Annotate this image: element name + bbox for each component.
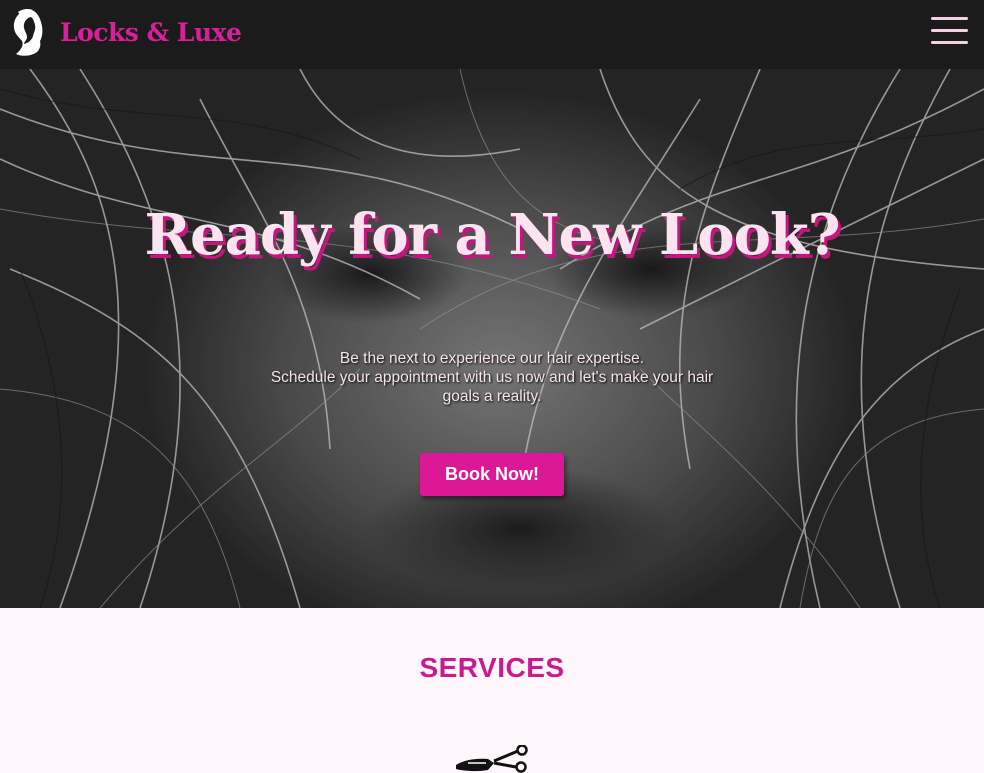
top-navbar: Locks & Luxe	[0, 0, 984, 69]
brand-name[interactable]: Locks & Luxe	[60, 14, 242, 52]
book-now-button[interactable]: Book Now!	[420, 453, 564, 496]
hero-section: Ready for a New Look? Be the next to exp…	[0, 69, 984, 608]
hamburger-menu-icon[interactable]	[931, 17, 968, 45]
hero-overlay	[0, 69, 984, 608]
hero-description-line: goals a reality.	[442, 388, 542, 405]
hero-title: Ready for a New Look?	[144, 202, 840, 268]
scissors-comb-icon	[456, 745, 528, 773]
woman-silhouette-icon[interactable]	[10, 8, 46, 58]
hero-description-line: Schedule your appointment with us now an…	[270, 369, 714, 386]
hero-description: Be the next to experience our hair exper…	[242, 349, 742, 406]
hero-description-line: Be the next to experience our hair exper…	[339, 350, 645, 367]
services-heading: SERVICES	[419, 652, 565, 683]
